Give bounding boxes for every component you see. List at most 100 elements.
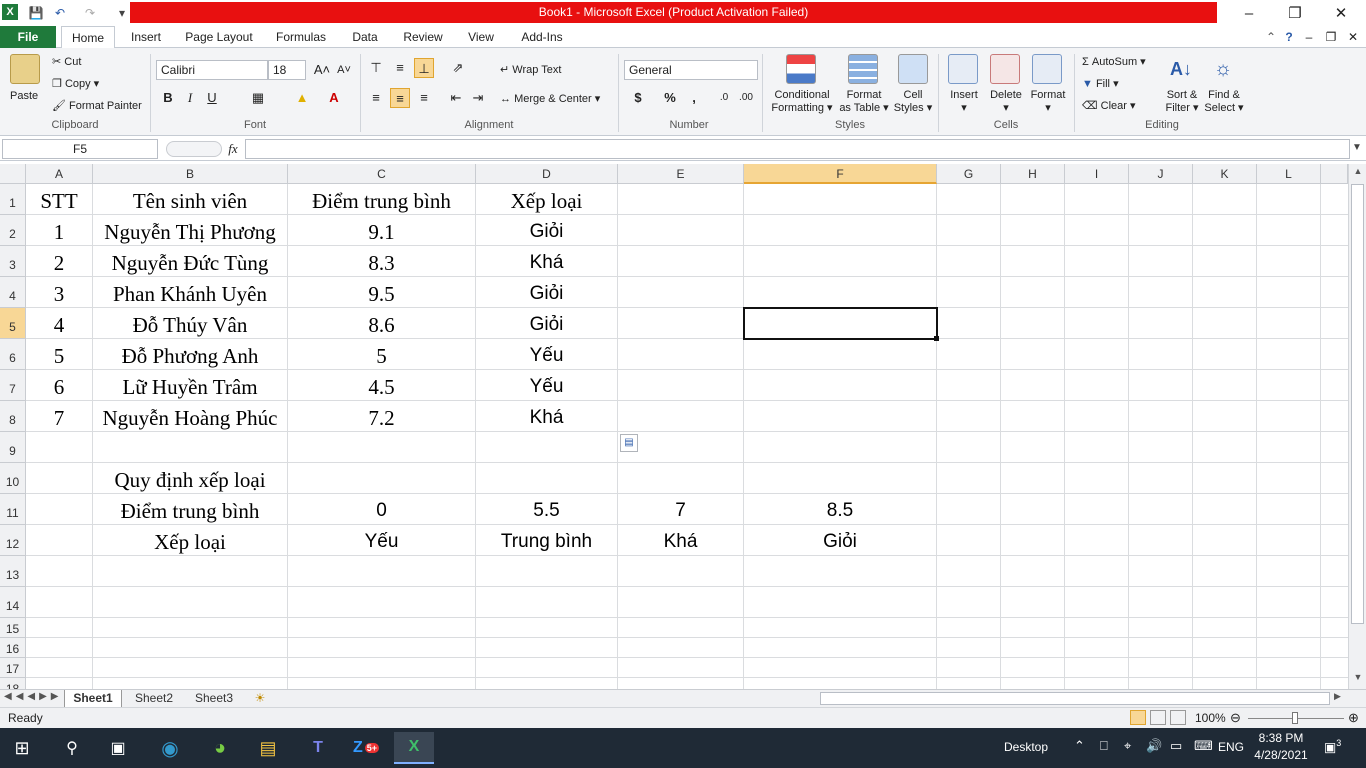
- cell-stt[interactable]: 7: [26, 401, 92, 432]
- cell-name[interactable]: Phan Khánh Uyên: [93, 277, 287, 308]
- app-icon[interactable]: ◕: [200, 732, 240, 764]
- delete-button[interactable]: Delete ▾: [986, 89, 1026, 115]
- binoculars-icon[interactable]: ☼: [1208, 54, 1238, 84]
- cell-stt[interactable]: 6: [26, 370, 92, 401]
- increase-indent-icon[interactable]: ⇥: [468, 88, 488, 108]
- row-header-selected[interactable]: 5: [0, 308, 26, 339]
- horizontal-scroll-thumb[interactable]: [820, 692, 1330, 705]
- ribbon-collapse-icon[interactable]: ⌃: [1262, 26, 1280, 48]
- zoom-slider-thumb[interactable]: [1292, 712, 1298, 724]
- column-header[interactable]: [1321, 164, 1348, 184]
- ws-close-icon[interactable]: ✕: [1344, 26, 1362, 48]
- cell-rank[interactable]: Yếu: [476, 339, 617, 370]
- cell-score[interactable]: 9.5: [288, 277, 475, 308]
- borders-icon[interactable]: ▦: [248, 88, 268, 108]
- column-header[interactable]: C: [288, 164, 476, 184]
- sheet-tab-sheet2[interactable]: Sheet2: [126, 690, 182, 707]
- align-left-icon[interactable]: ≡: [366, 88, 386, 108]
- insert-function-icon[interactable]: fx: [224, 140, 242, 158]
- tab-formulas[interactable]: Formulas: [268, 26, 334, 48]
- row-header[interactable]: 6: [0, 339, 26, 370]
- column-header[interactable]: K: [1193, 164, 1257, 184]
- decrease-decimal-icon[interactable]: .00: [736, 88, 756, 108]
- increase-decimal-icon[interactable]: .0: [714, 88, 734, 108]
- cell-e12[interactable]: Khá: [618, 525, 743, 556]
- tab-home[interactable]: Home: [61, 26, 115, 49]
- cell-stt[interactable]: 5: [26, 339, 92, 370]
- scroll-right-icon[interactable]: ▶: [1334, 691, 1341, 702]
- tab-add-ins[interactable]: Add-Ins: [512, 26, 572, 48]
- page-layout-view-icon[interactable]: [1150, 710, 1166, 725]
- desktop-toolbar[interactable]: Desktop: [1004, 740, 1048, 754]
- tab-page-layout[interactable]: Page Layout: [178, 26, 260, 48]
- sort-filter-icon[interactable]: A↓: [1166, 54, 1196, 84]
- italic-button[interactable]: I: [180, 88, 200, 108]
- cell-name[interactable]: Đỗ Thúy Vân: [93, 308, 287, 339]
- row-header[interactable]: 2: [0, 215, 26, 246]
- align-bottom-icon[interactable]: ⊥: [414, 58, 434, 78]
- conditional-formatting-button[interactable]: Conditional Formatting ▾: [770, 89, 834, 115]
- row-header[interactable]: 15: [0, 618, 26, 638]
- tab-review[interactable]: Review: [396, 26, 450, 48]
- insert-button[interactable]: Insert ▾: [944, 89, 984, 115]
- formula-expand-handle[interactable]: [166, 141, 222, 157]
- language-indicator[interactable]: ENG: [1218, 740, 1244, 754]
- sheet-tab-sheet1[interactable]: Sheet1: [64, 690, 122, 707]
- currency-button[interactable]: $: [628, 88, 648, 108]
- page-break-view-icon[interactable]: [1170, 710, 1186, 725]
- edge-icon[interactable]: ◉: [150, 732, 190, 764]
- active-cell-f5[interactable]: [743, 307, 938, 340]
- column-header[interactable]: L: [1257, 164, 1321, 184]
- column-header[interactable]: E: [618, 164, 744, 184]
- row-header[interactable]: 7: [0, 370, 26, 401]
- format-as-table-button[interactable]: Format as Table ▾: [838, 89, 890, 115]
- formula-input[interactable]: [245, 139, 1350, 159]
- underline-button[interactable]: U: [202, 88, 222, 108]
- cell-rank[interactable]: Giỏi: [476, 277, 617, 308]
- cell-a1[interactable]: STT: [26, 184, 92, 215]
- windows-start-icon[interactable]: ⊞: [2, 732, 42, 764]
- input-icon[interactable]: ⌨: [1194, 738, 1213, 754]
- fill-color-icon[interactable]: ▲: [292, 88, 312, 108]
- format-painter-button[interactable]: 🖌 Format Painter: [52, 99, 142, 112]
- align-center-icon[interactable]: ≡: [390, 88, 410, 108]
- minimize-icon[interactable]: –: [1226, 0, 1272, 26]
- column-header[interactable]: A: [26, 164, 93, 184]
- ws-minimize-icon[interactable]: –: [1300, 26, 1318, 48]
- orientation-icon[interactable]: ⇗: [448, 58, 468, 78]
- column-header[interactable]: G: [937, 164, 1001, 184]
- restore-icon[interactable]: ❐: [1272, 0, 1318, 26]
- vertical-scrollbar[interactable]: ▲ ▼: [1348, 164, 1366, 689]
- scroll-down-icon[interactable]: ▼: [1351, 672, 1365, 686]
- excel-taskbar-icon[interactable]: X: [394, 732, 434, 764]
- row-header[interactable]: 13: [0, 556, 26, 587]
- row-header[interactable]: 10: [0, 463, 26, 494]
- cell-stt[interactable]: 2: [26, 246, 92, 277]
- percent-button[interactable]: %: [660, 88, 680, 108]
- customize-qat-icon[interactable]: ▾: [112, 3, 132, 22]
- teams-icon[interactable]: T: [298, 732, 338, 764]
- select-all-corner[interactable]: [0, 164, 26, 184]
- cell-b1[interactable]: Tên sinh viên: [93, 184, 287, 215]
- shrink-font-icon[interactable]: A˅: [334, 60, 354, 80]
- cell-e11[interactable]: 7: [618, 494, 743, 525]
- align-top-icon[interactable]: ⊤: [366, 58, 386, 78]
- help-icon[interactable]: ?: [1280, 26, 1298, 48]
- row-header[interactable]: 4: [0, 277, 26, 308]
- battery-icon[interactable]: ▭: [1170, 738, 1182, 754]
- cell-c1[interactable]: Điểm trung bình: [288, 184, 475, 215]
- scroll-up-icon[interactable]: ▲: [1351, 166, 1365, 180]
- bold-button[interactable]: B: [158, 88, 178, 108]
- align-right-icon[interactable]: ≡: [414, 88, 434, 108]
- insert-sheet-icon[interactable]: ☀: [250, 690, 270, 707]
- cell-b12[interactable]: Xếp loại: [93, 525, 287, 556]
- paste-icon[interactable]: [10, 54, 40, 84]
- cell-score[interactable]: 9.1: [288, 215, 475, 246]
- task-view-icon[interactable]: ▣: [98, 732, 138, 764]
- zoom-level[interactable]: 100%: [1195, 711, 1226, 725]
- cell-styles-button[interactable]: Cell Styles ▾: [892, 89, 934, 115]
- cell-rank[interactable]: Giỏi: [476, 215, 617, 246]
- format-button[interactable]: Format ▾: [1028, 89, 1068, 115]
- paste-options-icon[interactable]: ▤: [620, 434, 638, 452]
- sort-filter-button[interactable]: Sort & Filter ▾: [1160, 89, 1204, 115]
